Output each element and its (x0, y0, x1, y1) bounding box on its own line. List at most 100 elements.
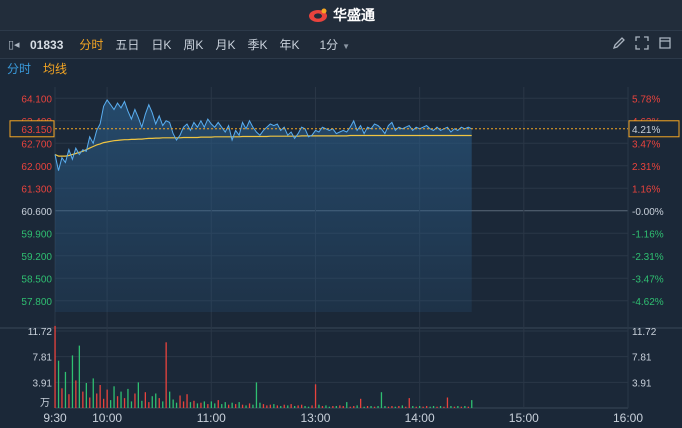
volume-bars (54, 325, 473, 408)
volume-bar (269, 404, 271, 408)
tab-quarterly-k[interactable]: 季K (241, 36, 273, 53)
volume-bar (151, 396, 153, 408)
volume-bar (436, 406, 438, 408)
volume-bar (443, 406, 445, 408)
current-pct-value: 4.21% (632, 125, 660, 136)
volume-bar (103, 398, 105, 408)
price-tick-label: 62.700 (21, 139, 52, 150)
volume-bar (384, 406, 386, 408)
period-select[interactable]: 1分 ▼ (319, 36, 350, 53)
volume-bar (200, 402, 202, 408)
percent-tick-label: 5.78% (632, 94, 660, 105)
expand-icon[interactable] (658, 36, 672, 50)
volume-bar (155, 393, 157, 408)
time-axis: 9:30 10:00 11:00 13:00 14:00 15:00 16:00 (43, 411, 643, 425)
tab-intraday[interactable]: 分时 (73, 36, 109, 53)
percent-tick-label: 2.31% (632, 162, 660, 173)
toolbar-actions (612, 36, 672, 50)
chart-toolbar: ▯◂ 01833 分时 五日 日K 周K 月K 季K 年K 1分 ▼ (0, 31, 682, 59)
volume-bar (311, 405, 313, 408)
fullscreen-icon[interactable] (635, 36, 649, 50)
volume-bar (342, 406, 344, 408)
volume-bar (221, 404, 223, 408)
volume-bar (248, 403, 251, 408)
volume-bar (259, 402, 261, 408)
volume-bar (335, 406, 337, 408)
volume-bar (304, 406, 306, 408)
collapse-panel-icon[interactable]: ▯◂ (8, 38, 24, 51)
legend-average-line[interactable]: 均线 (43, 60, 67, 77)
volume-bar (207, 404, 209, 408)
volume-bar (193, 400, 195, 408)
volume-bar (134, 393, 136, 408)
volume-bar (175, 402, 178, 408)
volume-bar (301, 404, 303, 408)
volume-bar (446, 397, 449, 408)
tab-monthly-k[interactable]: 月K (209, 36, 241, 53)
pencil-icon[interactable] (612, 36, 626, 50)
volume-tick-label-right: 7.81 (632, 353, 652, 364)
price-tick-label: 58.500 (21, 274, 52, 285)
huashengtong-logo-icon (309, 8, 327, 22)
volume-bar (196, 403, 199, 408)
volume-bar (439, 406, 442, 408)
volume-unit-label: 万 (40, 398, 50, 409)
volume-bar (214, 403, 216, 408)
volume-bar (130, 401, 133, 408)
volume-bar (169, 391, 171, 408)
volume-bar (245, 405, 247, 408)
volume-axis: 11.72 11.72 7.81 7.81 3.91 3.91 万 (28, 327, 657, 409)
volume-bar (165, 342, 167, 408)
volume-bar (287, 405, 289, 408)
price-tick-label: 57.800 (21, 297, 52, 308)
volume-bar (276, 405, 278, 408)
volume-bar (377, 406, 379, 408)
price-tick-label: 59.200 (21, 252, 52, 263)
volume-bar (78, 345, 80, 408)
tab-daily-k[interactable]: 日K (145, 36, 177, 53)
percent-tick-label: -1.16% (632, 229, 664, 240)
time-tick-label: 13:00 (300, 411, 330, 425)
volume-bar (158, 398, 160, 408)
legend-intraday-line[interactable]: 分时 (7, 60, 31, 77)
volume-bar (89, 397, 91, 408)
volume-bar (64, 371, 67, 408)
volume-bar (426, 406, 428, 408)
volume-bar (210, 401, 212, 408)
volume-bar (228, 404, 230, 408)
time-tick-label: 10:00 (92, 411, 122, 425)
volume-bar (401, 405, 403, 408)
volume-tick-label: 3.91 (33, 378, 53, 389)
volume-bar (186, 394, 188, 408)
volume-bar (61, 388, 63, 408)
volume-bar (318, 404, 320, 408)
chevron-down-icon: ▼ (342, 42, 351, 51)
volume-bar (297, 405, 299, 408)
volume-bar (419, 406, 421, 408)
volume-bar (120, 391, 122, 408)
volume-bar (398, 406, 400, 408)
volume-tick-label: 11.72 (28, 327, 53, 338)
brand: 华盛通 (307, 5, 375, 25)
percent-tick-label: -2.31% (632, 252, 664, 263)
tab-five-day[interactable]: 五日 (109, 36, 145, 53)
volume-bar (75, 380, 77, 408)
volume-bar (273, 404, 275, 408)
tab-weekly-k[interactable]: 周K (177, 36, 209, 53)
time-tick-label: 16:00 (613, 411, 643, 425)
volume-bar (370, 406, 372, 408)
tab-yearly-k[interactable]: 年K (273, 36, 305, 53)
volume-bar (387, 406, 390, 408)
volume-bar (453, 406, 456, 408)
volume-bar (290, 404, 292, 408)
intraday-chart[interactable]: 64.10063.40062.70062.00061.30060.60059.9… (0, 77, 682, 428)
title-bar: 华盛通 (0, 0, 682, 31)
current-price-value: 63.150 (21, 125, 52, 136)
volume-bar (339, 405, 341, 408)
price-area (55, 99, 472, 313)
volume-bar (280, 406, 282, 408)
percent-tick-label: 3.47% (632, 139, 660, 150)
volume-bar (113, 386, 115, 408)
volume-bar (68, 394, 70, 408)
volume-bar (144, 392, 146, 408)
